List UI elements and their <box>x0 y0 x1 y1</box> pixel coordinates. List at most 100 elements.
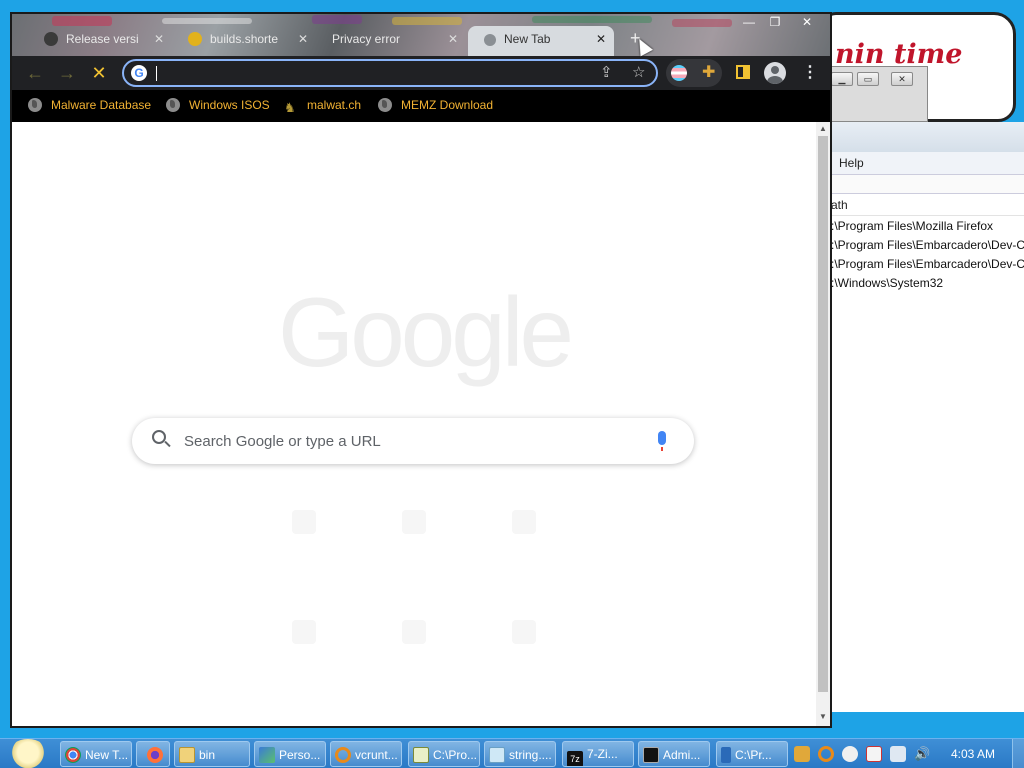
forward-arrow-icon[interactable]: → <box>56 62 78 84</box>
notepad-icon <box>489 747 505 763</box>
device-icon <box>721 747 731 763</box>
bookmark-malware-database[interactable]: Malware Database <box>28 98 151 112</box>
minimize-icon[interactable]: ▁ <box>831 72 853 86</box>
tray-network-icon[interactable] <box>890 746 906 762</box>
folder-icon <box>179 747 195 763</box>
task-label: 7-Zi... <box>587 747 618 761</box>
taskbar-item-chrome[interactable]: New T... <box>60 741 132 767</box>
extensions-puzzle-icon[interactable]: ✚ <box>702 62 715 82</box>
shortcut-tile[interactable] <box>512 620 536 644</box>
share-icon[interactable]: ⇪ <box>600 63 613 81</box>
taskbar-item-notepad[interactable]: string.... <box>484 741 556 767</box>
taskbar-item-admin-cmd[interactable]: Admi... <box>638 741 710 767</box>
tab-privacy-error[interactable]: Privacy error ✕ <box>320 26 466 56</box>
close-icon[interactable]: ✕ <box>891 72 913 86</box>
chrome-icon <box>65 747 81 763</box>
task-label: Admi... <box>663 748 701 762</box>
taskbar-item-personalize[interactable]: Perso... <box>254 741 326 767</box>
globe-icon <box>28 98 42 112</box>
explorer-address-bar[interactable] <box>827 174 1024 194</box>
trans-flag-extension-icon[interactable] <box>671 65 687 81</box>
search-input[interactable] <box>184 430 624 452</box>
list-item[interactable]: :\Windows\System32 <box>827 273 1024 292</box>
chrome-window: Release versi ✕ builds.shorte ✕ Privacy … <box>10 12 832 728</box>
shortcut-tile[interactable] <box>402 620 426 644</box>
show-desktop-button[interactable] <box>1012 739 1024 768</box>
background-small-window: ▁ ▭ ✕ <box>826 66 928 122</box>
tray-volume-icon[interactable]: 🔊 <box>914 746 930 762</box>
back-arrow-icon[interactable]: ← <box>24 62 46 84</box>
tab-builds[interactable]: builds.shorte ✕ <box>176 26 316 56</box>
taskbar-item-bin[interactable]: bin <box>174 741 250 767</box>
background-explorer-window: Help ath :\Program Files\Mozilla Firefox… <box>826 122 1024 712</box>
list-item[interactable]: :\Program Files\Embarcadero\Dev-C <box>827 254 1024 273</box>
google-favicon-icon: G <box>131 65 147 81</box>
new-tab-favicon-icon <box>484 34 496 46</box>
tab-strip: Release versi ✕ builds.shorte ✕ Privacy … <box>12 14 830 56</box>
bookmark-star-icon[interactable]: ☆ <box>632 63 645 81</box>
tray-alert-icon[interactable] <box>794 746 810 762</box>
address-bar[interactable]: G ⇪ ☆ <box>122 59 658 87</box>
address-input[interactable] <box>160 63 580 83</box>
bookmark-label: malwat.ch <box>307 98 362 112</box>
taskbar-item-vcruntime[interactable]: vcrunt... <box>330 741 402 767</box>
cmd-icon <box>643 747 659 763</box>
globe-icon <box>166 98 180 112</box>
text-caret <box>156 66 157 81</box>
close-tab-icon[interactable]: ✕ <box>154 32 164 46</box>
search-box[interactable] <box>132 418 694 464</box>
scroll-down-arrow-icon[interactable]: ▼ <box>819 712 827 721</box>
task-label: C:\Pro... <box>433 748 478 762</box>
task-label: vcrunt... <box>355 748 398 762</box>
microphone-icon[interactable] <box>658 431 666 451</box>
tab-label: builds.shorte <box>210 32 279 46</box>
shortcut-tile[interactable] <box>402 510 426 534</box>
tab-label: Release versi <box>66 32 139 46</box>
window-close-button[interactable]: ✕ <box>792 14 822 32</box>
shortcut-tile[interactable] <box>292 510 316 534</box>
scroll-thumb[interactable] <box>818 136 828 692</box>
site-favicon-icon <box>188 32 202 46</box>
maximize-icon[interactable]: ▭ <box>857 72 879 86</box>
bookmark-label: MEMZ Download <box>401 98 494 112</box>
start-button[interactable] <box>8 739 48 768</box>
shortcut-tile[interactable] <box>512 510 536 534</box>
new-tab-page: Google <box>12 122 816 726</box>
profile-avatar-icon[interactable] <box>764 62 786 84</box>
bookmark-memz-download[interactable]: MEMZ Download <box>378 98 493 112</box>
shortcut-tile[interactable] <box>292 620 316 644</box>
menu-help[interactable]: Help <box>839 156 864 170</box>
tray-flag-error-icon[interactable] <box>866 746 882 762</box>
scroll-up-arrow-icon[interactable]: ▲ <box>819 124 827 133</box>
tray-search-icon[interactable] <box>818 746 834 762</box>
tab-release-versions[interactable]: Release versi ✕ <box>32 26 172 56</box>
task-label: string.... <box>509 748 552 762</box>
taskbar-item-device[interactable]: C:\Pr... <box>716 741 788 767</box>
explorer-menubar: Help <box>827 152 1024 174</box>
bookmark-windows-isos[interactable]: Windows ISOS <box>166 98 270 112</box>
tray-smiley-icon[interactable] <box>842 746 858 762</box>
side-panel-icon[interactable] <box>736 65 750 79</box>
system-tray: 🔊 <box>790 741 960 767</box>
tab-new-tab[interactable]: New Tab ✕ <box>468 26 614 56</box>
bookmark-malwatch[interactable]: ♞ malwat.ch <box>284 98 361 115</box>
7zip-icon: 7z <box>567 751 583 766</box>
task-label: bin <box>199 748 216 762</box>
taskbar-item-7zip[interactable]: 7z 7-Zi... <box>562 741 634 767</box>
task-label: New T... <box>85 748 129 762</box>
task-label: Perso... <box>279 748 321 762</box>
stop-loading-icon[interactable]: ✕ <box>88 62 110 84</box>
list-item[interactable]: :\Program Files\Mozilla Firefox <box>827 216 1024 235</box>
close-tab-icon[interactable]: ✕ <box>596 32 606 46</box>
taskbar-clock[interactable]: 4:03 AM <box>951 747 995 761</box>
column-header-path[interactable]: ath <box>827 194 1024 216</box>
taskbar: New T... bin Perso... vcrunt... C:\Pro..… <box>0 738 1024 768</box>
taskbar-item-firefox[interactable] <box>136 741 170 767</box>
kebab-menu-icon[interactable]: ⋮ <box>802 62 818 82</box>
close-tab-icon[interactable]: ✕ <box>448 32 458 46</box>
close-tab-icon[interactable]: ✕ <box>298 32 308 46</box>
taskbar-item-editor[interactable]: C:\Pro... <box>408 741 480 767</box>
list-item[interactable]: :\Program Files\Embarcadero\Dev-C <box>827 235 1024 254</box>
window-maximize-button[interactable]: ❐ <box>760 14 790 32</box>
vertical-scrollbar[interactable]: ▲ ▼ <box>816 122 830 726</box>
